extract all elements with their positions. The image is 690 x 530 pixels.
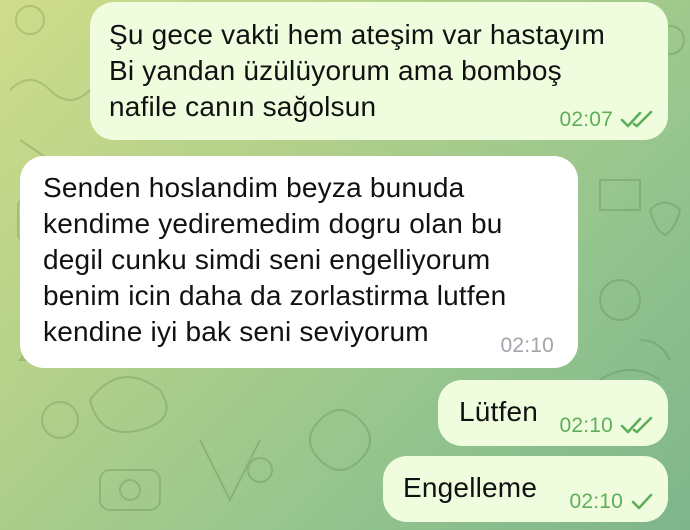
message-time: 02:07 (559, 108, 613, 131)
message-text: Senden hoslandim beyza bunuda kendime ye… (43, 170, 506, 350)
message-text-line: Senden hoslandim beyza bunuda (43, 172, 465, 203)
message-meta: 02:10 (569, 490, 654, 514)
message-meta: 02:10 (500, 334, 554, 358)
double-check-icon (620, 110, 653, 128)
message-bubble-incoming[interactable]: Senden hoslandim beyza bunuda kendime ye… (20, 156, 578, 368)
message-text-line: Engelleme (403, 472, 538, 503)
message-time: 02:10 (559, 414, 613, 437)
message-text-line: degil cunku simdi seni engelliyorum (43, 244, 491, 275)
message-bubble-outgoing[interactable]: Engelleme 02:10 (383, 456, 668, 522)
double-check-icon (620, 416, 653, 434)
message-text-line: benim icin daha da zorlastirma lutfen (43, 280, 507, 311)
single-check-icon (631, 493, 653, 510)
message-text-line: Lütfen (459, 396, 539, 427)
message-text: Şu gece vakti hem ateşim var hastayım Bi… (109, 17, 605, 125)
message-text-line: Bi yandan üzülüyorum ama bomboş (109, 55, 562, 86)
message-bubble-outgoing[interactable]: Şu gece vakti hem ateşim var hastayım Bi… (90, 2, 668, 140)
message-time: 02:10 (569, 490, 623, 513)
message-text: Engelleme (403, 470, 537, 506)
message-meta: 02:10 (559, 414, 654, 438)
message-time: 02:10 (500, 334, 554, 357)
chat-area[interactable]: Şu gece vakti hem ateşim var hastayım Bi… (0, 0, 690, 530)
message-text-line: kendime yediremedim dogru olan bu (43, 208, 503, 239)
message-text-line: Şu gece vakti hem ateşim var hastayım (109, 19, 606, 50)
message-text: Lütfen (459, 394, 538, 430)
message-bubble-outgoing[interactable]: Lütfen 02:10 (438, 380, 668, 446)
message-meta: 02:07 (559, 108, 654, 132)
message-text-line: nafile canın sağolsun (109, 91, 377, 122)
message-text-line: kendine iyi bak seni seviyorum (43, 316, 429, 347)
